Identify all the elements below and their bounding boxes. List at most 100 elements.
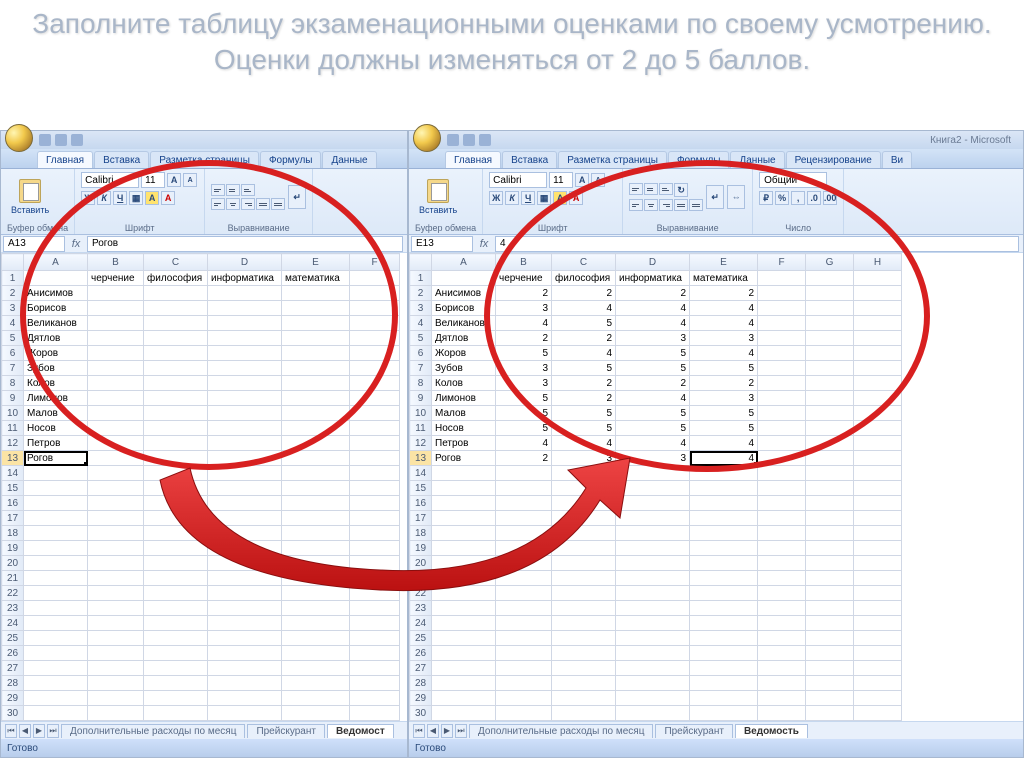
cell[interactable]	[208, 286, 282, 301]
cell[interactable]: 3	[496, 361, 552, 376]
cell[interactable]	[806, 331, 854, 346]
bold-icon[interactable]: Ж	[489, 191, 503, 205]
cell[interactable]	[552, 706, 616, 721]
cell[interactable]	[208, 526, 282, 541]
cell[interactable]	[496, 601, 552, 616]
row-header[interactable]: 22	[410, 586, 432, 601]
cell[interactable]	[282, 676, 350, 691]
cell[interactable]	[496, 691, 552, 706]
cell[interactable]	[758, 451, 806, 466]
row-header[interactable]: 1	[410, 271, 432, 286]
cell[interactable]	[350, 316, 400, 331]
row-header[interactable]: 2	[2, 286, 24, 301]
row-header[interactable]: 24	[2, 616, 24, 631]
cell[interactable]	[806, 361, 854, 376]
cell[interactable]	[496, 466, 552, 481]
row-header[interactable]: 25	[410, 631, 432, 646]
cell[interactable]	[616, 466, 690, 481]
cell[interactable]: 3	[690, 331, 758, 346]
cell[interactable]	[854, 271, 902, 286]
cell[interactable]	[282, 526, 350, 541]
cell[interactable]	[88, 676, 144, 691]
cell[interactable]	[616, 571, 690, 586]
cell[interactable]: 2	[552, 286, 616, 301]
cell[interactable]	[552, 586, 616, 601]
cell[interactable]	[350, 526, 400, 541]
row-header[interactable]: 8	[2, 376, 24, 391]
cell[interactable]: математика	[282, 271, 350, 286]
cell[interactable]: 4	[496, 316, 552, 331]
cell[interactable]	[350, 556, 400, 571]
cell[interactable]: 3	[690, 391, 758, 406]
row-header[interactable]: 11	[2, 421, 24, 436]
indent-inc-icon[interactable]	[271, 198, 285, 210]
row-header[interactable]: 2	[410, 286, 432, 301]
cell[interactable]	[758, 286, 806, 301]
cell[interactable]	[854, 646, 902, 661]
italic-icon[interactable]: К	[505, 191, 519, 205]
redo-icon[interactable]	[479, 134, 491, 146]
cell[interactable]: информатика	[208, 271, 282, 286]
row-header[interactable]: 26	[410, 646, 432, 661]
cell[interactable]: 5	[496, 346, 552, 361]
cell[interactable]: философия	[552, 271, 616, 286]
cell[interactable]	[758, 661, 806, 676]
cell[interactable]	[496, 496, 552, 511]
cell[interactable]	[854, 466, 902, 481]
cell[interactable]	[24, 541, 88, 556]
cell[interactable]	[144, 691, 208, 706]
tab-home[interactable]: Главная	[445, 151, 501, 168]
cell[interactable]	[208, 421, 282, 436]
cell[interactable]	[88, 646, 144, 661]
border-icon[interactable]: ▦	[537, 191, 551, 205]
cell[interactable]	[350, 631, 400, 646]
align-right-icon[interactable]	[241, 198, 255, 210]
row-header[interactable]: 8	[410, 376, 432, 391]
cell[interactable]	[144, 496, 208, 511]
cell[interactable]	[616, 601, 690, 616]
cell[interactable]	[282, 361, 350, 376]
cell[interactable]: 4	[690, 316, 758, 331]
cell[interactable]: 4	[496, 436, 552, 451]
row-header[interactable]: 15	[2, 481, 24, 496]
cell[interactable]	[282, 436, 350, 451]
cell[interactable]	[854, 361, 902, 376]
cell[interactable]	[552, 601, 616, 616]
cell[interactable]	[88, 331, 144, 346]
cell[interactable]: Колов	[432, 376, 496, 391]
row-header[interactable]: 28	[2, 676, 24, 691]
cell[interactable]	[616, 481, 690, 496]
col-header-D[interactable]: D	[208, 254, 282, 271]
row-header[interactable]: 27	[410, 661, 432, 676]
cell[interactable]: Рогов	[24, 451, 88, 466]
font-size-select[interactable]: 11	[141, 172, 165, 188]
align-right-icon[interactable]	[659, 199, 673, 211]
cell[interactable]: 3	[552, 451, 616, 466]
font-shrink-icon[interactable]: A	[591, 173, 605, 187]
indent-dec-icon[interactable]	[674, 199, 688, 211]
cell[interactable]	[144, 706, 208, 721]
cell[interactable]	[758, 496, 806, 511]
office-button[interactable]	[413, 124, 441, 152]
font-grow-icon[interactable]: A	[167, 173, 181, 187]
cell[interactable]	[144, 466, 208, 481]
cell[interactable]	[552, 541, 616, 556]
cell[interactable]: 3	[496, 376, 552, 391]
cell[interactable]	[144, 346, 208, 361]
cell[interactable]	[690, 601, 758, 616]
cell[interactable]: 5	[690, 406, 758, 421]
cell[interactable]	[144, 616, 208, 631]
align-left-icon[interactable]	[629, 199, 643, 211]
cell[interactable]	[24, 586, 88, 601]
cell[interactable]: Жоров	[432, 346, 496, 361]
cell[interactable]: Петров	[24, 436, 88, 451]
paste-button[interactable]: Вставить	[7, 177, 53, 217]
cell[interactable]	[806, 661, 854, 676]
cell[interactable]	[690, 616, 758, 631]
cell[interactable]	[350, 376, 400, 391]
row-header[interactable]: 21	[2, 571, 24, 586]
cell[interactable]	[282, 286, 350, 301]
cell[interactable]	[432, 541, 496, 556]
cell[interactable]	[854, 376, 902, 391]
cell[interactable]: 5	[690, 421, 758, 436]
